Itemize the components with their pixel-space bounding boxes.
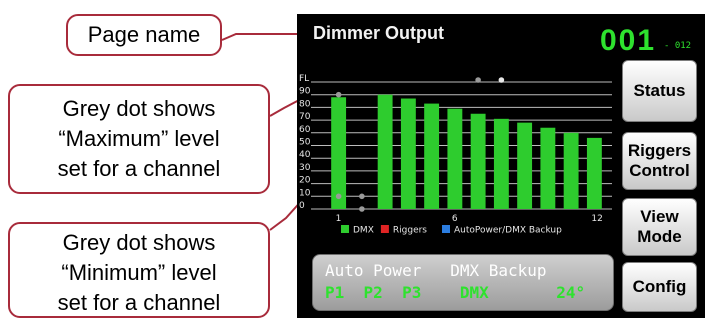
- channel-bar: [493, 118, 509, 209]
- channel-bar: [424, 103, 440, 209]
- legend-swatch: [341, 225, 349, 233]
- maximum-callout-line-3: set for a channel: [57, 156, 221, 181]
- minimum-level-marker: [359, 193, 365, 200]
- minimum-level-marker: [359, 206, 365, 212]
- config-button[interactable]: Config: [622, 262, 697, 312]
- x-tick-label: 12: [591, 214, 602, 224]
- config-button-label: Config: [632, 277, 687, 296]
- phase-1-indicator: P1: [325, 283, 345, 302]
- legend-swatch: [442, 225, 450, 233]
- minimum-level-marker: [335, 193, 342, 200]
- y-tick-label: 40: [299, 150, 311, 160]
- riggers-control-button[interactable]: Riggers Control: [622, 132, 697, 190]
- channel-bar: [470, 113, 486, 209]
- maximum-callout-line-2: “Maximum” level: [58, 126, 220, 151]
- legend-label: Riggers: [393, 226, 427, 236]
- temperature-value: 24°: [556, 283, 586, 302]
- status-panel-labels: Auto Power DMX Backup: [325, 261, 547, 280]
- maximum-level-marker: [335, 91, 342, 98]
- page-name-callout-text: Page name: [87, 22, 201, 47]
- riggers-button-line-2: Control: [629, 161, 690, 180]
- x-tick-label: 6: [452, 214, 458, 224]
- minimum-callout-line-2: “Minimum” level: [61, 260, 217, 285]
- channel-bar: [517, 122, 533, 209]
- y-tick-label: 60: [299, 125, 311, 135]
- x-tick-label: 1: [336, 214, 342, 224]
- device-number-range: - 012: [664, 41, 692, 51]
- power-status-panel[interactable]: Auto Power DMX Backup P1 P2 P3 DMX 24°: [312, 254, 614, 311]
- dmx-backup-value: DMX: [459, 283, 489, 302]
- status-button-label: Status: [633, 81, 686, 100]
- channel-bar: [377, 94, 393, 209]
- y-tick-label: FL: [299, 74, 309, 84]
- device-screen: Dimmer Output 001 - 012 FL 90 80 70 60 50 40 30…: [297, 14, 705, 318]
- y-tick-label: 20: [299, 176, 311, 186]
- y-tick-label: 90: [299, 87, 311, 97]
- maximum-level-marker: [498, 77, 505, 83]
- maximum-callout-line-1: Grey dot shows: [62, 96, 216, 121]
- maximum-level-callout: Grey dot shows “Maximum” level set for a…: [8, 84, 270, 194]
- channel-bar: [563, 132, 579, 209]
- page-name-callout: Page name: [66, 14, 222, 56]
- minimum-level-callout: Grey dot shows “Minimum” level set for a…: [8, 222, 270, 318]
- status-button[interactable]: Status: [622, 60, 697, 122]
- channel-bar: [540, 127, 556, 209]
- view-button-line-2: Mode: [637, 227, 682, 246]
- y-tick-label: 80: [299, 99, 311, 109]
- y-tick-label: 30: [299, 163, 311, 173]
- view-mode-button[interactable]: View Mode: [622, 198, 697, 256]
- channel-bar: [447, 108, 463, 209]
- legend-swatch: [380, 225, 389, 233]
- channel-bar: [400, 98, 416, 209]
- dmx-backup-label: DMX Backup: [450, 261, 547, 280]
- y-tick-label: 50: [299, 138, 311, 148]
- legend-label: DMX: [353, 226, 374, 236]
- y-tick-label: 70: [299, 112, 311, 122]
- autopower-label: Auto Power: [325, 261, 422, 280]
- riggers-button-line-1: Riggers: [627, 141, 692, 160]
- maximum-level-marker: [475, 77, 481, 83]
- minimum-callout-line-3: set for a channel: [57, 290, 221, 315]
- y-tick-label: 0: [299, 201, 305, 211]
- phase-2-indicator: P2: [363, 283, 383, 302]
- legend-label: AutoPower/DMX Backup: [454, 226, 562, 236]
- view-button-line-1: View: [640, 207, 679, 226]
- channel-bar: [331, 97, 347, 209]
- channel-bar: [586, 137, 602, 209]
- dimmer-output-chart: FL 90 80 70 60 50 40 30 20 10 0 1 6 12 DMX Riggers AutoP…: [299, 74, 612, 236]
- minimum-callout-line-1: Grey dot shows: [62, 230, 216, 255]
- status-panel-values: P1 P2 P3 DMX 24°: [325, 283, 585, 302]
- y-tick-label: 10: [299, 188, 311, 198]
- phase-3-indicator: P3: [402, 283, 422, 302]
